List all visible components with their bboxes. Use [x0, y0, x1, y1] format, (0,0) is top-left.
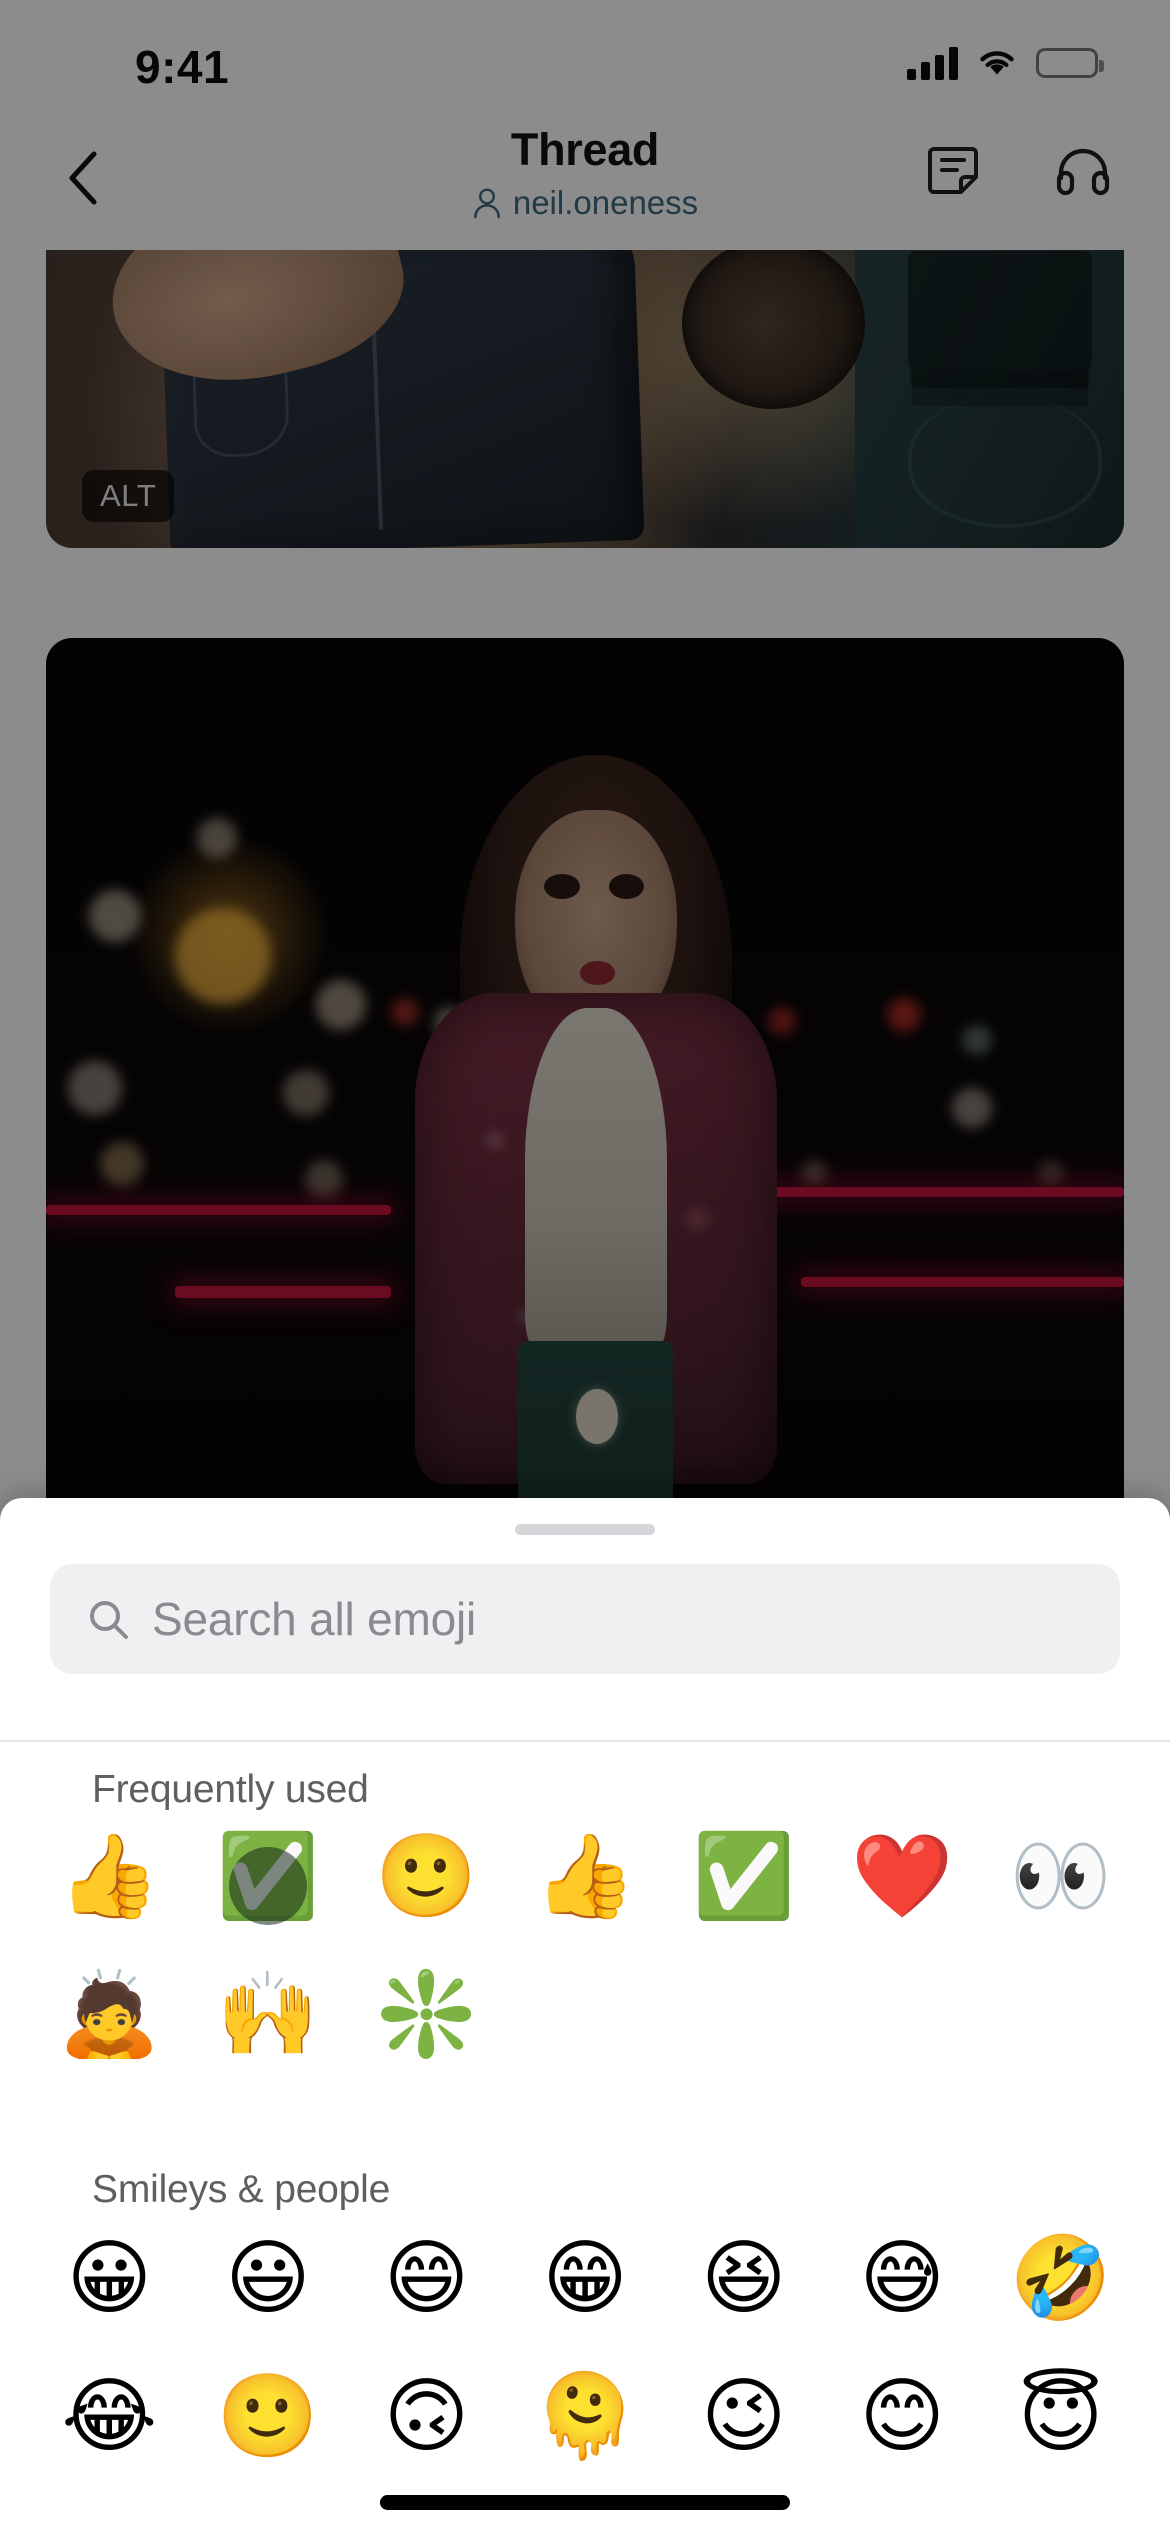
machine-drum	[682, 250, 866, 410]
battery-full-icon	[1036, 48, 1104, 78]
machine-door	[908, 396, 1103, 529]
neon-bar	[46, 1205, 391, 1215]
bokeh-light	[951, 1088, 992, 1128]
emoji-grinning-face[interactable]: 😀	[30, 2224, 189, 2334]
note-icon[interactable]	[922, 138, 984, 200]
navbar-actions	[922, 138, 1114, 200]
alt-badge[interactable]: ALT	[82, 470, 175, 522]
search-placeholder: Search all emoji	[152, 1593, 477, 1645]
emoji-face-with-tears-of-joy[interactable]: 😂	[30, 2362, 189, 2472]
cellular-bars-icon	[907, 46, 958, 80]
lips-shape	[579, 960, 616, 985]
neon-bar	[800, 1277, 1124, 1287]
neon-bar	[175, 1286, 391, 1298]
headphones-icon[interactable]	[1052, 138, 1114, 200]
status-time: 9:41	[135, 41, 230, 93]
message-feed: ALT	[0, 250, 1170, 1540]
emoji-check-mark-button[interactable]: ✅	[189, 1822, 348, 1932]
emoji-person-bowing[interactable]: 🙇	[30, 1960, 189, 2070]
bokeh-light	[1037, 1160, 1064, 1186]
emoji-slightly-smiling-face[interactable]: 🙂	[189, 2362, 348, 2472]
emoji-melting-face[interactable]: 🫠	[506, 2362, 665, 2472]
bokeh-light	[315, 980, 366, 1030]
phone-screen: ALT 9:41 Thread neil.oneness Search all …	[0, 0, 1170, 2532]
emoji-grinning-face-with-big-eyes[interactable]: 😃	[189, 2224, 348, 2334]
emoji-beaming-face-with-smiling-eyes[interactable]: 😁	[506, 2224, 665, 2334]
wifi-icon	[976, 47, 1018, 79]
navigation-bar: Thread neil.oneness	[0, 110, 1170, 250]
bokeh-light	[962, 1025, 993, 1055]
thread-participant-label: neil.oneness	[512, 184, 699, 221]
thread-participant[interactable]: neil.oneness	[472, 184, 698, 222]
emoji-grinning-face-with-sweat[interactable]: 😅	[823, 2224, 982, 2334]
sheet-divider	[0, 1740, 1170, 1742]
emoji-check-mark-button[interactable]: ✅	[664, 1822, 823, 1932]
machine-control-panel	[908, 251, 1092, 370]
emoji-grinning-squinting-face[interactable]: 😆	[664, 2224, 823, 2334]
person-icon	[473, 188, 500, 219]
emoji-slightly-smiling-face[interactable]: 🙂	[347, 1822, 506, 1932]
photo-night-portrait-image	[46, 638, 1124, 1538]
emoji-upside-down-face[interactable]: 🙃	[347, 2362, 506, 2472]
eye-shape	[544, 873, 580, 900]
home-indicator	[380, 2495, 790, 2510]
emoji-smiling-face-with-halo[interactable]: 😇	[981, 2362, 1140, 2472]
section-title-frequently-used: Frequently used	[92, 1768, 369, 1811]
search-icon	[90, 1601, 128, 1639]
sheet-drag-handle[interactable]	[515, 1524, 655, 1535]
bokeh-light	[196, 818, 237, 858]
attachment-photo-jeans-laundry[interactable]: ALT	[46, 250, 1124, 548]
emoji-sparkle[interactable]: ❇️	[347, 1960, 506, 2070]
bokeh-light	[283, 1070, 330, 1116]
emoji-raising-hands[interactable]: 🙌	[189, 1960, 348, 2070]
emoji-thumbs-up[interactable]: 👍	[30, 1822, 189, 1932]
bokeh-light	[99, 1142, 144, 1186]
emoji-search-container: Search all emoji	[50, 1564, 1120, 1674]
jeans-pocket	[192, 370, 291, 459]
emoji-grid-frequently-used: 👍 ✅ 🙂 👍 ✅ ❤️ 👀 🙇 🙌 ❇️	[30, 1822, 1140, 2070]
photo-jeans-laundry-image	[46, 250, 1124, 548]
tank-top-shape	[524, 1008, 667, 1357]
bokeh-light	[67, 1061, 122, 1115]
emoji-thumbs-up[interactable]: 👍	[506, 1822, 665, 1932]
emoji-red-heart[interactable]: ❤️	[823, 1822, 982, 1932]
page-title: Thread	[510, 124, 660, 175]
emoji-grid-smileys-and-people: 😀 😃 😄 😁 😆 😅 🤣 😂 🙂 🙃 🫠 😉 😊 😇	[30, 2224, 1140, 2472]
neon-bar	[757, 1187, 1124, 1197]
emoji-winking-face[interactable]: 😉	[664, 2362, 823, 2472]
status-bar: 9:41	[0, 0, 1170, 110]
search-input[interactable]: Search all emoji	[50, 1564, 1120, 1674]
person-figure	[414, 755, 778, 1538]
bokeh-light	[175, 908, 272, 1004]
attachment-photo-night-portrait[interactable]	[46, 638, 1124, 1538]
bokeh-light	[800, 1160, 827, 1186]
emoji-rolling-on-the-floor-laughing[interactable]: 🤣	[981, 2224, 1140, 2334]
emoji-smiling-face-with-smiling-eyes[interactable]: 😊	[823, 2362, 982, 2472]
bokeh-light	[304, 1160, 343, 1198]
section-title-smileys-and-people: Smileys & people	[92, 2168, 391, 2211]
bokeh-light	[89, 890, 142, 942]
emoji-grinning-face-with-smiling-eyes[interactable]: 😄	[347, 2224, 506, 2334]
status-icons	[907, 46, 1104, 80]
emoji-eyes[interactable]: 👀	[981, 1822, 1140, 1932]
bokeh-light-red	[886, 998, 921, 1032]
